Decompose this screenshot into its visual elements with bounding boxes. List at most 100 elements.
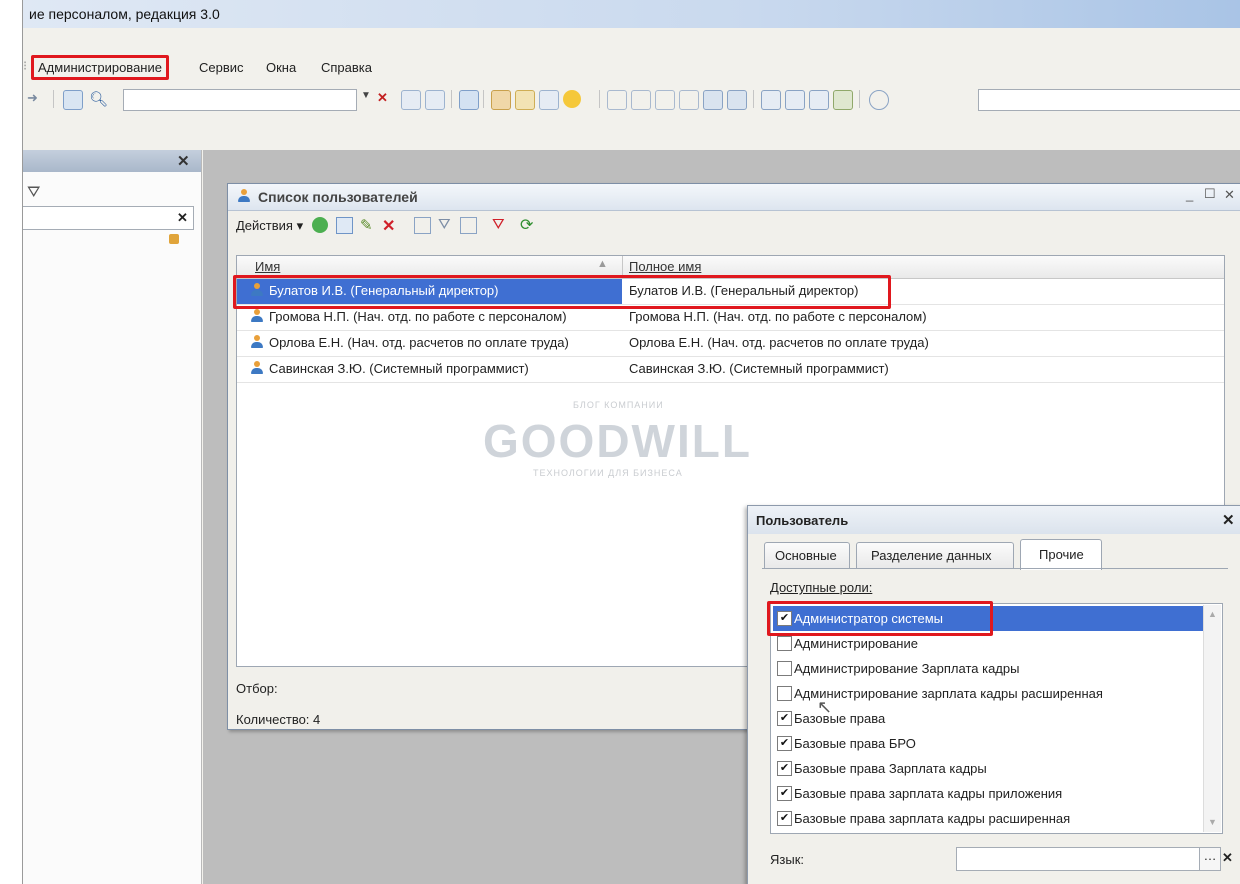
role-highlight-box bbox=[767, 601, 993, 636]
window-title: ие персоналом, редакция 3.0 bbox=[29, 6, 220, 22]
nav-2-icon[interactable] bbox=[631, 90, 651, 110]
roles-scrollbar[interactable]: ▲ ▼ bbox=[1203, 605, 1221, 832]
minimize-icon[interactable]: _ bbox=[1186, 187, 1193, 202]
filter-set-icon[interactable] bbox=[414, 217, 431, 234]
doc-2-icon[interactable] bbox=[785, 90, 805, 110]
select-button[interactable]: … bbox=[1199, 847, 1221, 871]
nav-6-icon[interactable] bbox=[727, 90, 747, 110]
users-window-title: Список пользователей bbox=[258, 189, 418, 205]
row-name: Орлова Е.Н. (Нач. отд. расчетов по оплат… bbox=[269, 335, 569, 350]
menu-item-help[interactable]: Справка bbox=[321, 60, 372, 75]
clear-icon[interactable]: ✕ bbox=[1222, 850, 1233, 866]
column-header-full-name[interactable]: Полное имя bbox=[629, 259, 701, 274]
open-search-icon[interactable] bbox=[63, 90, 83, 110]
menu-item-service[interactable]: Сервис bbox=[199, 60, 244, 75]
filter-clear-icon[interactable]: ⛛ bbox=[492, 216, 505, 233]
filter-icon[interactable]: ⛛ bbox=[27, 184, 40, 202]
row-full-name: Савинская З.Ю. (Системный программист) bbox=[629, 361, 889, 376]
actions-menu-button[interactable]: Действия ▾ bbox=[236, 218, 303, 234]
nav-5-icon[interactable] bbox=[703, 90, 723, 110]
doc-1-icon[interactable] bbox=[761, 90, 781, 110]
role-item[interactable]: ✔ Базовые права bbox=[773, 706, 1203, 731]
role-checkbox[interactable] bbox=[777, 661, 792, 676]
search-combo[interactable] bbox=[123, 89, 357, 111]
role-item[interactable]: Администрирование Зарплата кадры bbox=[773, 656, 1203, 681]
menu-bar: ⁝ Администрирование Сервис Окна Справка bbox=[23, 52, 1240, 82]
user-icon bbox=[251, 361, 263, 375]
find-prev-icon[interactable] bbox=[425, 90, 445, 110]
role-item[interactable]: Администрирование зарплата кадры расшире… bbox=[773, 681, 1203, 706]
copy-icon[interactable] bbox=[336, 217, 353, 234]
role-checkbox[interactable]: ✔ bbox=[777, 786, 792, 801]
nav-1-icon[interactable] bbox=[607, 90, 627, 110]
table-row[interactable]: Савинская З.Ю. (Системный программист) С… bbox=[237, 357, 1224, 383]
role-checkbox[interactable]: ✔ bbox=[777, 736, 792, 751]
role-checkbox[interactable] bbox=[777, 636, 792, 651]
delete-icon[interactable]: ✕ bbox=[382, 216, 395, 236]
role-checkbox[interactable] bbox=[777, 686, 792, 701]
role-checkbox[interactable]: ✔ bbox=[777, 811, 792, 826]
clear-icon[interactable]: ✕ bbox=[177, 210, 188, 226]
row-highlight-box bbox=[233, 275, 891, 309]
user-tool-icon[interactable] bbox=[491, 90, 511, 110]
nav-3-icon[interactable] bbox=[655, 90, 675, 110]
menu-separator-icon: ⁝ bbox=[23, 58, 28, 73]
role-item[interactable]: ✔ Базовые права Зарплата кадры bbox=[773, 756, 1203, 781]
search-icon[interactable]: 🔍︎ bbox=[89, 90, 108, 108]
user-icon bbox=[251, 309, 263, 323]
users-actions-bar: Действия ▾ ✎ ✕ ⛛ ⛛ ⟳ bbox=[228, 212, 1240, 240]
users-window-title-bar: Список пользователей _ ☐ ✕ bbox=[228, 184, 1240, 211]
wizard-icon[interactable] bbox=[515, 90, 535, 110]
copy-icon[interactable] bbox=[459, 90, 479, 110]
filter-list-icon[interactable] bbox=[460, 217, 477, 234]
clear-icon[interactable]: ✕ bbox=[377, 90, 395, 108]
sort-icon[interactable]: ▲ bbox=[597, 258, 608, 270]
role-item[interactable]: ✔ Базовые права зарплата кадры приложени… bbox=[773, 781, 1203, 806]
scroll-down-icon[interactable]: ▼ bbox=[1208, 817, 1217, 827]
roles-label: Доступные роли: bbox=[770, 580, 873, 595]
refresh-icon[interactable]: ⟳ bbox=[520, 215, 533, 235]
tab-main[interactable]: Основные bbox=[764, 542, 850, 569]
timer-icon[interactable] bbox=[869, 90, 889, 110]
left-panel-search[interactable]: ✕ bbox=[23, 206, 194, 230]
row-name: Савинская З.Ю. (Системный программист) bbox=[269, 361, 529, 376]
find-next-icon[interactable] bbox=[401, 90, 421, 110]
doc-3-icon[interactable] bbox=[809, 90, 829, 110]
watermark-bottom: ТЕХНОЛОГИИ ДЛЯ БИЗНЕСА bbox=[533, 468, 683, 478]
role-item[interactable]: ✔ Базовые права зарплата кадры расширенн… bbox=[773, 806, 1203, 831]
scroll-up-icon[interactable]: ▲ bbox=[1208, 609, 1217, 619]
user-dialog-title-bar: Пользователь ✕ bbox=[748, 506, 1240, 534]
row-name: Громова Н.П. (Нач. отд. по работе с перс… bbox=[269, 309, 567, 324]
tab-other[interactable]: Прочие bbox=[1020, 539, 1102, 570]
tab-data-separation[interactable]: Разделение данных bbox=[856, 542, 1014, 569]
app-window: ие персоналом, редакция 3.0 ⁝ Администри… bbox=[22, 0, 1240, 884]
row-full-name: Громова Н.П. (Нач. отд. по работе с перс… bbox=[629, 309, 927, 324]
left-panel-header: ✕ bbox=[23, 150, 201, 172]
edit-icon[interactable]: ✎ bbox=[360, 216, 373, 234]
nav-4-icon[interactable] bbox=[679, 90, 699, 110]
close-icon[interactable]: ✕ bbox=[177, 152, 190, 170]
role-checkbox[interactable]: ✔ bbox=[777, 711, 792, 726]
close-icon[interactable]: ✕ bbox=[1224, 187, 1235, 203]
role-item[interactable]: ✔ Базовые права БРО bbox=[773, 731, 1203, 756]
filter-label: Отбор: bbox=[236, 681, 278, 696]
language-field[interactable] bbox=[956, 847, 1202, 871]
maximize-icon[interactable]: ☐ bbox=[1204, 186, 1216, 202]
toolbar-combo[interactable] bbox=[978, 89, 1240, 111]
forward-icon[interactable]: ➜ bbox=[27, 90, 45, 108]
role-checkbox[interactable]: ✔ bbox=[777, 761, 792, 776]
menu-item-administration[interactable]: Администрирование bbox=[31, 55, 169, 80]
menu-item-windows[interactable]: Окна bbox=[266, 60, 296, 75]
doc-4-icon[interactable] bbox=[833, 90, 853, 110]
user-dialog: Пользователь ✕ Основные Разделение данны… bbox=[747, 505, 1240, 884]
language-label: Язык: bbox=[770, 852, 804, 867]
table-row[interactable]: Орлова Е.Н. (Нач. отд. расчетов по оплат… bbox=[237, 331, 1224, 357]
close-icon[interactable]: ✕ bbox=[1222, 511, 1235, 529]
row-full-name: Орлова Е.Н. (Нач. отд. расчетов по оплат… bbox=[629, 335, 929, 350]
user-icon bbox=[251, 335, 263, 349]
calendar-icon[interactable] bbox=[539, 90, 559, 110]
add-icon[interactable] bbox=[312, 217, 328, 233]
info-icon[interactable] bbox=[563, 90, 581, 108]
filter-icon[interactable]: ⛛ bbox=[438, 216, 451, 233]
column-header-name[interactable]: Имя bbox=[255, 259, 280, 274]
